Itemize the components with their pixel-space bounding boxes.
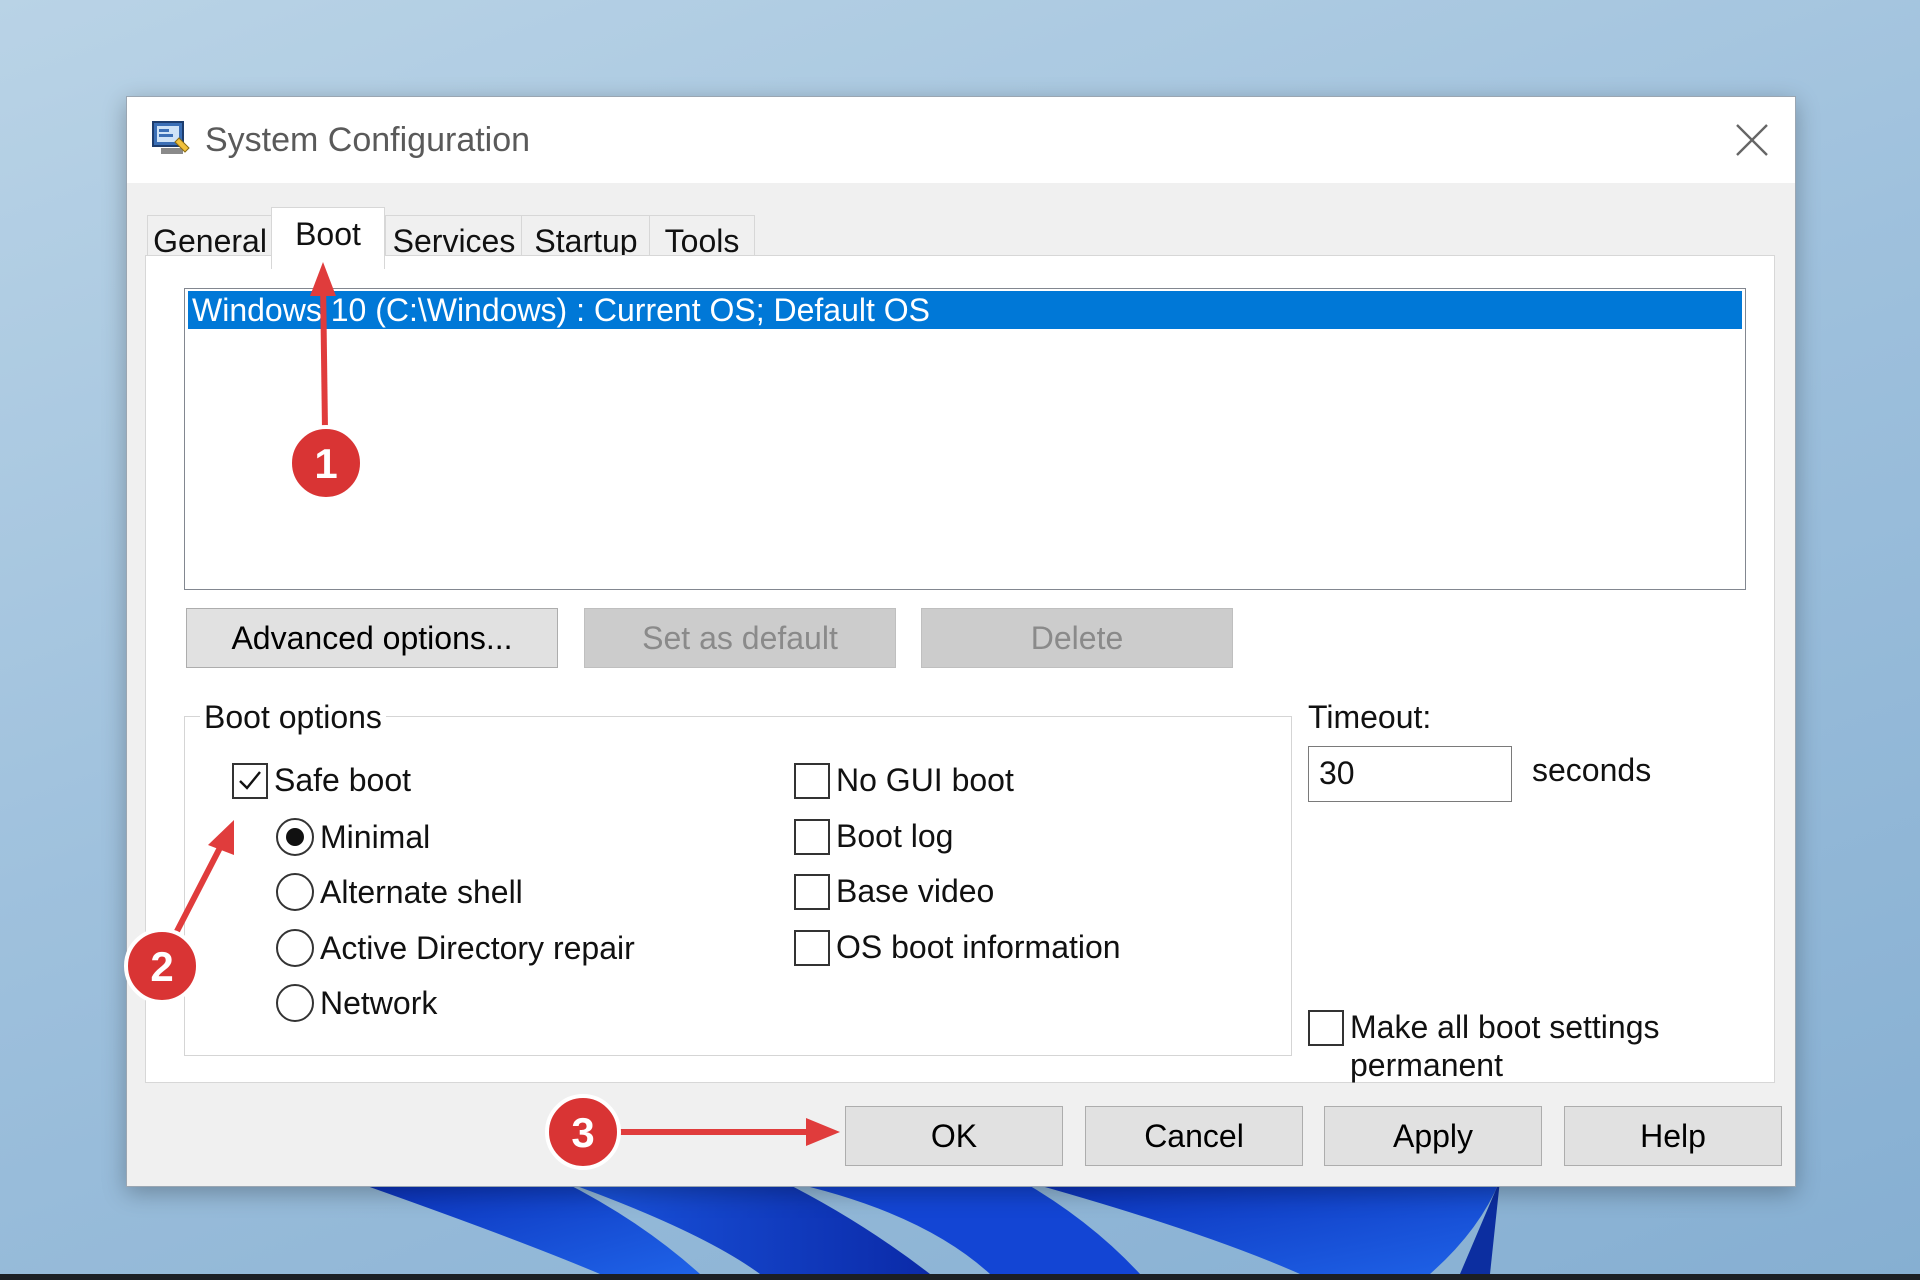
checkbox-box: [794, 929, 830, 966]
help-button[interactable]: Help: [1564, 1106, 1782, 1166]
radio-active-directory-repair[interactable]: Active Directory repair: [276, 929, 635, 967]
taskbar-edge: [0, 1274, 1920, 1280]
radio-label: Network: [320, 984, 438, 1021]
tab-boot[interactable]: Boot: [271, 207, 385, 269]
radio-label: Minimal: [320, 818, 431, 855]
radio-label: Alternate shell: [320, 873, 523, 910]
close-button[interactable]: [1709, 97, 1795, 183]
safe-boot-label: Safe boot: [274, 762, 411, 798]
checkbox-box: [1308, 1010, 1344, 1046]
radio-circle: [276, 818, 314, 856]
radio-circle: [276, 984, 314, 1022]
os-listbox[interactable]: Windows 10 (C:\Windows) : Current OS; De…: [184, 288, 1746, 590]
boot-log-checkbox[interactable]: Boot log: [794, 818, 953, 855]
base-video-checkbox[interactable]: Base video: [794, 873, 994, 910]
checkbox-box: [232, 762, 268, 799]
radio-minimal[interactable]: Minimal: [276, 818, 430, 856]
radio-circle: [276, 929, 314, 967]
make-permanent-checkbox[interactable]: Make all boot settings permanent: [1308, 1008, 1660, 1084]
checkbox-box: [794, 762, 830, 799]
make-permanent-label: Make all boot settings permanent: [1350, 1008, 1660, 1084]
seconds-label: seconds: [1532, 752, 1652, 788]
radio-alternate-shell[interactable]: Alternate shell: [276, 873, 523, 911]
checkbox-label: Base video: [836, 873, 995, 909]
checkbox-label: Boot log: [836, 818, 954, 854]
checkbox-box: [794, 873, 830, 910]
safe-boot-checkbox[interactable]: Safe boot: [232, 762, 411, 799]
timeout-input[interactable]: 30: [1308, 746, 1512, 802]
ok-button[interactable]: OK: [845, 1106, 1063, 1166]
make-permanent-label-line2: permanent: [1350, 1047, 1503, 1083]
os-list-item[interactable]: Windows 10 (C:\Windows) : Current OS; De…: [188, 291, 1742, 329]
system-configuration-dialog: System Configuration General Boot Servic…: [126, 96, 1796, 1187]
msconfig-app-icon: [152, 121, 190, 154]
no-gui-boot-checkbox[interactable]: No GUI boot: [794, 762, 1014, 799]
delete-button[interactable]: Delete: [921, 608, 1233, 668]
window-title: System Configuration: [205, 121, 531, 159]
close-icon: [1736, 124, 1768, 156]
boot-options-label: Boot options: [200, 699, 386, 736]
checkmark-icon: [239, 770, 261, 790]
boot-tab-panel: Windows 10 (C:\Windows) : Current OS; De…: [145, 255, 1775, 1083]
radio-network[interactable]: Network: [276, 984, 437, 1022]
timeout-label: Timeout:: [1308, 699, 1432, 735]
checkbox-box: [794, 818, 830, 855]
apply-button[interactable]: Apply: [1324, 1106, 1542, 1166]
os-boot-information-checkbox[interactable]: OS boot information: [794, 929, 1121, 966]
title-bar: System Configuration: [127, 97, 1795, 183]
radio-dot: [286, 828, 304, 846]
advanced-options-button[interactable]: Advanced options...: [186, 608, 558, 668]
make-permanent-label-line1: Make all boot settings: [1350, 1009, 1660, 1045]
checkbox-label: OS boot information: [836, 929, 1121, 965]
cancel-button[interactable]: Cancel: [1085, 1106, 1303, 1166]
checkbox-label: No GUI boot: [836, 762, 1014, 798]
radio-label: Active Directory repair: [320, 929, 635, 966]
radio-circle: [276, 873, 314, 911]
set-as-default-button[interactable]: Set as default: [584, 608, 896, 668]
